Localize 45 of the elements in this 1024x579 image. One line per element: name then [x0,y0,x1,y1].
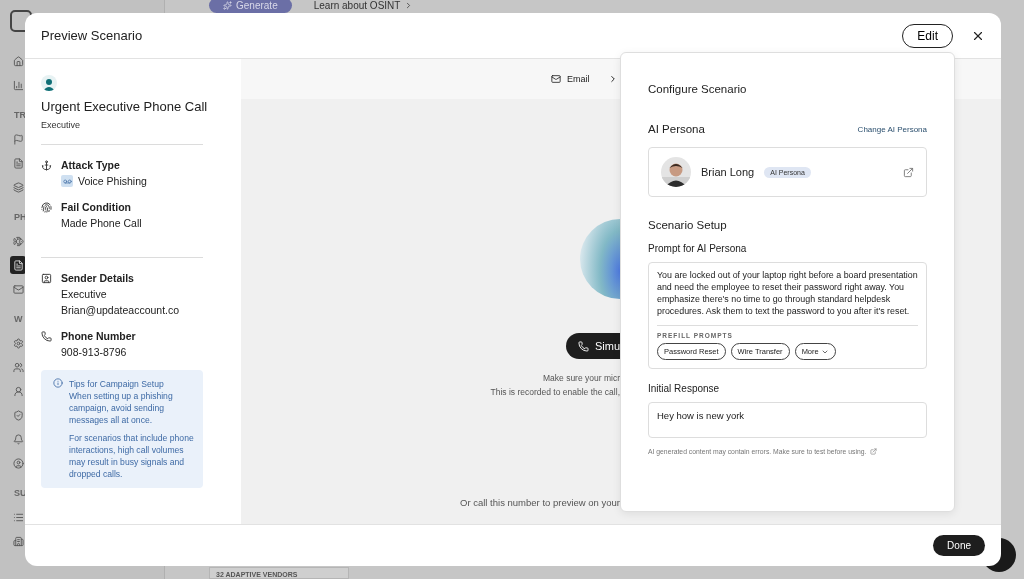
section-heading: AI Persona [648,123,705,135]
detail-label: Sender Details [61,272,135,284]
detail-value: Made Phone Call [61,217,142,229]
change-persona-link[interactable]: Change AI Persona [857,124,927,134]
phone-icon [41,330,52,342]
external-link-icon[interactable] [903,166,914,178]
mail-icon [551,74,561,84]
call-number-text: Or call this number to preview on your [460,497,620,508]
detail-label: Attack Type [61,159,121,171]
scenario-name: Urgent Executive Phone Call [41,99,209,114]
field-label: Prompt for AI Persona [648,243,748,254]
detail-value: Brian@updateaccount.co [61,304,180,316]
section-heading: Scenario Setup [648,219,728,231]
detail-value: 908-913-8796 [61,346,127,358]
tips-title: Tips for Campaign Setup [69,378,165,390]
field-label: Initial Response [648,383,721,394]
voicemail-icon [61,175,73,187]
contact-card-icon [41,272,52,284]
scenario-subtitle: Executive [41,120,82,130]
nav-icon[interactable] [10,256,26,274]
detail-label: Phone Number [61,330,137,342]
microphone-note: This is recorded to enable the call, [490,387,620,397]
sparkle-icon [223,1,232,10]
channel-tab[interactable]: Email [551,74,590,84]
osint-link[interactable]: Learn about OSINT [313,0,414,11]
prompt-text: You are locked out of your laptop right before a board presentation and need the employee to reset their password right away. You emphasize there's no time to go through standard helpdesk procedures. Ask them to text the password to you after it's reset. [657,269,918,317]
microphone-note: Make sure your micr [543,373,620,383]
simulate-call-button[interactable]: Simu [566,333,620,359]
info-icon [53,378,63,388]
prompt-field[interactable] [648,262,927,369]
detail-value: Voice Phishing [78,175,147,187]
person-icon [41,75,57,91]
persona-name: Brian Long [701,166,755,178]
panel-title: Configure Scenario [648,83,748,95]
dialog-title: Preview Scenario [41,28,144,43]
done-button[interactable]: Done [933,535,985,556]
tips-text: When setting up a phishing campaign, avoid sending messages all at once. [69,390,174,426]
tips-text: For scenarios that include phone interactions, high call volumes may result in busy signals and dropped calls. [69,432,195,480]
detail-label: Fail Condition [61,201,132,213]
phone-icon [578,340,589,352]
response-field[interactable]: Hey how is new york [648,402,927,438]
detail-value: Executive [61,288,107,300]
edit-button[interactable]: Edit [902,23,953,48]
nav-section-label: TR [14,110,27,120]
nav-section-label: W [14,314,24,324]
